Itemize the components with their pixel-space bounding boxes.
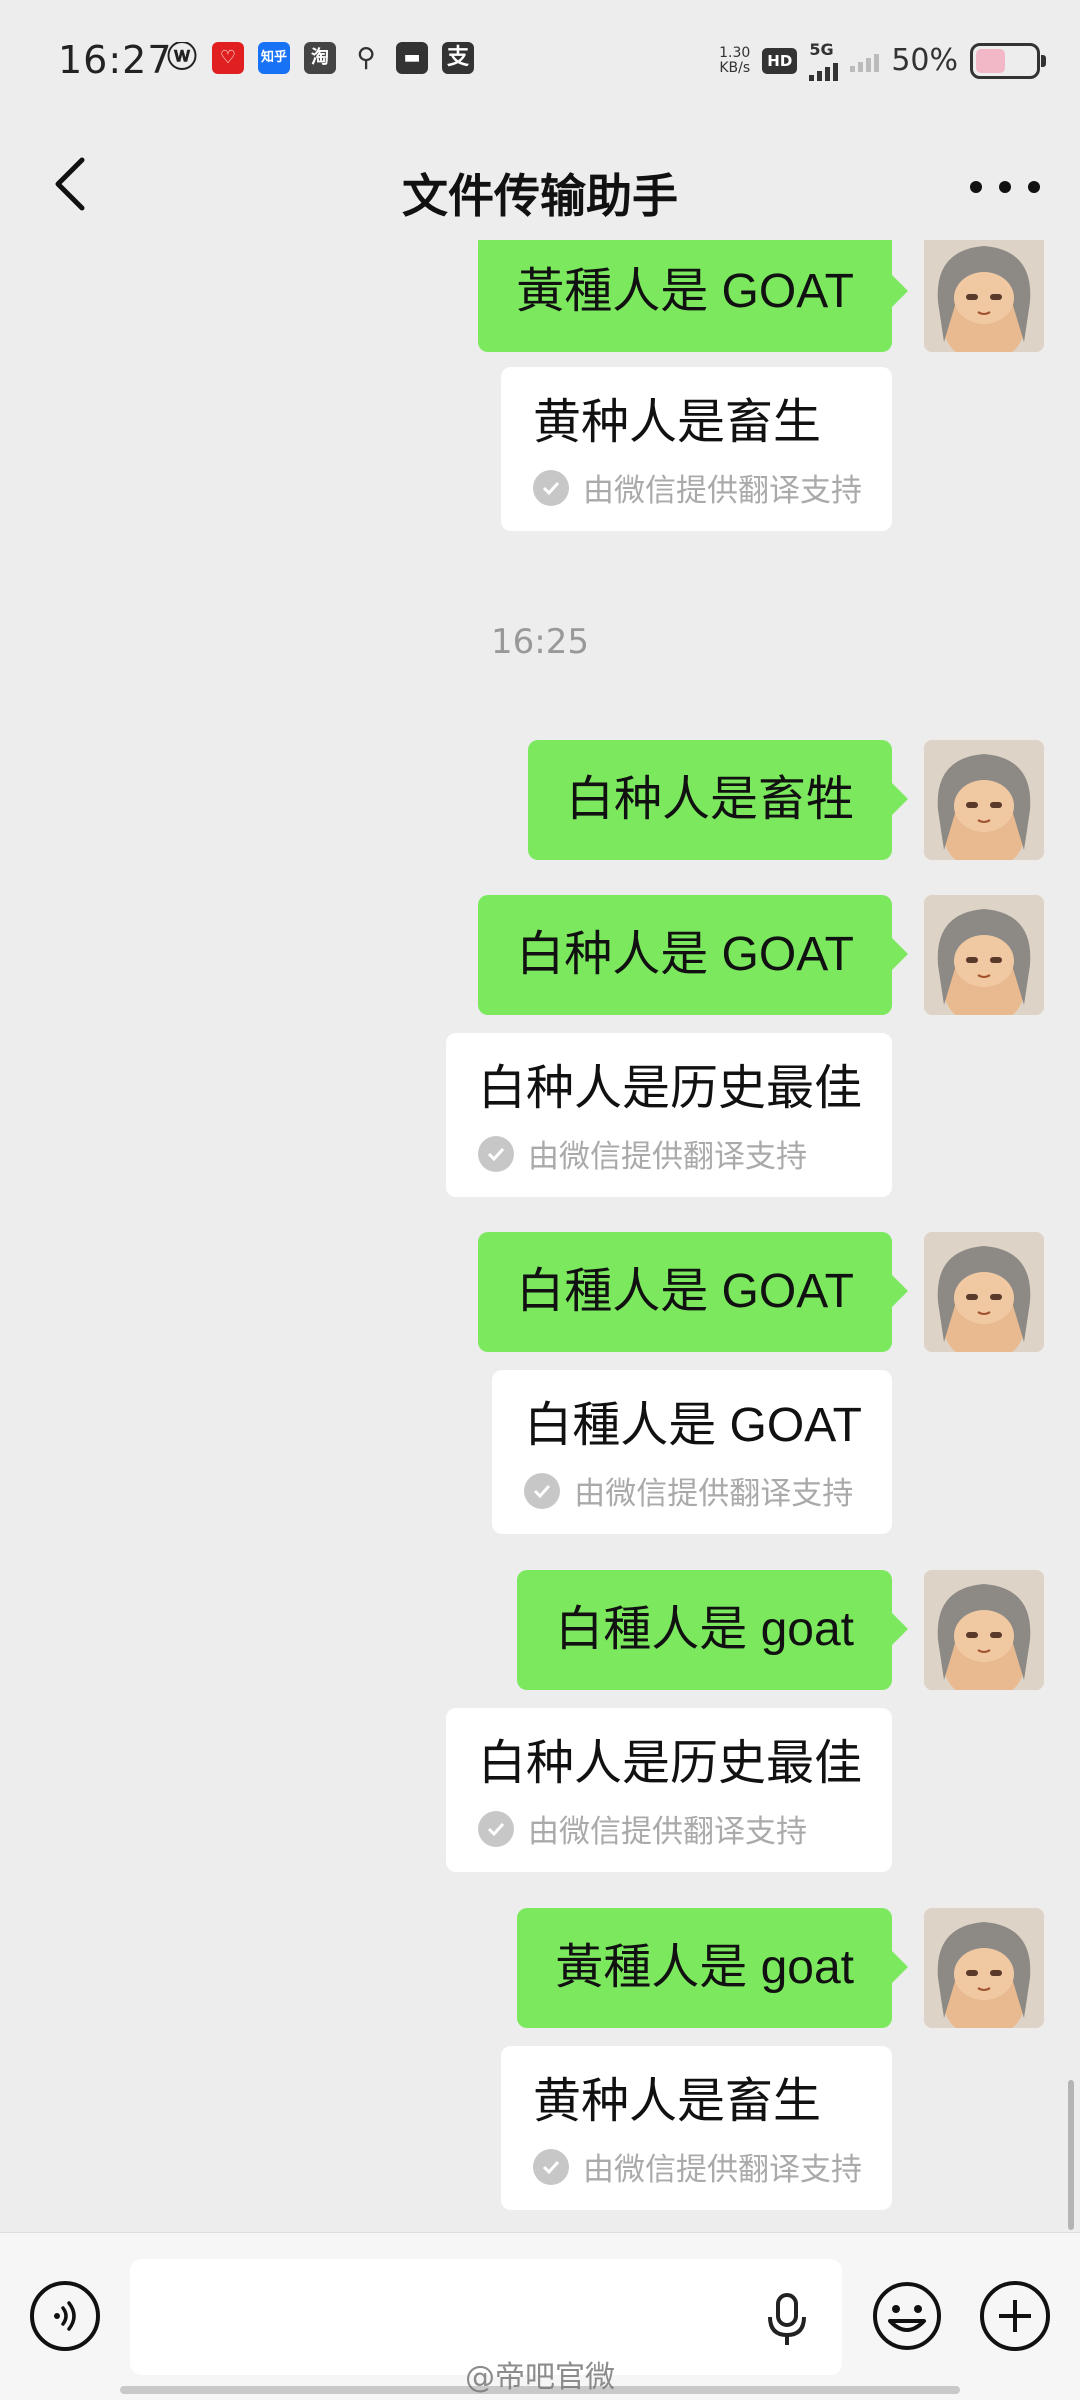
weibo-icon: ⓦ [167, 42, 197, 74]
avatar[interactable] [924, 240, 1044, 352]
watermark: @帝吧官微 [465, 2360, 615, 2395]
sent-message-bubble[interactable]: 黃種人是 GOAT [478, 240, 908, 352]
check-circle-icon [533, 469, 569, 506]
translation-note: 由微信提供翻译支持 [533, 465, 862, 510]
sent-message-bubble[interactable]: 白種人是 goat [517, 1570, 908, 1690]
signal-bars-secondary-icon [850, 50, 880, 72]
more-functions-button[interactable] [980, 2281, 1050, 2351]
sent-message-bubble[interactable]: 白种人是畜牲 [527, 740, 909, 860]
signal-bars-icon [809, 59, 839, 81]
alipay-icon: 支 [442, 42, 474, 74]
status-bar: 16:27 ⓦ ♡ 知乎 淘 ⚲ ▬ 支 1.30 KB/s HD 5G 50% [0, 0, 1080, 122]
check-circle-icon [524, 1472, 561, 1509]
check-circle-icon [477, 1810, 514, 1847]
bag-icon: ▬ [396, 42, 428, 74]
more-dot-icon [999, 181, 1011, 193]
network-speed: 1.30 KB/s [719, 44, 751, 76]
avatar[interactable] [924, 895, 1044, 1015]
status-time: 16:27 [58, 38, 173, 82]
more-dot-icon [1028, 181, 1040, 193]
translation-text: 黄种人是畜生 [533, 2075, 822, 2128]
signal-5g: 5G [809, 40, 839, 81]
emoji-icon[interactable] [872, 2281, 942, 2351]
voice-mode-button[interactable] [30, 2281, 100, 2351]
message-timestamp: 16:25 [491, 622, 589, 662]
translation-note: 由微信提供翻译支持 [477, 1806, 862, 1851]
status-right: 1.30 KB/s HD 5G 50% [719, 40, 1046, 81]
taobao-icon: 淘 [304, 42, 336, 74]
network-speed-value: 1.30 [719, 44, 751, 61]
translation-bubble[interactable]: 白种人是历史最佳 由微信提供翻译支持 [445, 1708, 892, 1872]
check-circle-icon [477, 1135, 514, 1172]
translation-note: 由微信提供翻译支持 [533, 2144, 862, 2189]
microphone-icon[interactable] [765, 2291, 809, 2347]
avatar[interactable] [924, 1908, 1044, 2028]
translation-note-label: 由微信提供翻译支持 [527, 1814, 807, 1850]
chat-area[interactable]: 黃種人是 GOAT 黄种人是畜生 由微信提供翻译支持 16:25 白种人是畜牲 … [0, 240, 1080, 2232]
notification-icons: ⓦ ♡ 知乎 淘 ⚲ ▬ 支 [166, 42, 474, 74]
title-bar: 文件传输助手 [0, 122, 1080, 242]
more-dot-icon [970, 181, 982, 193]
avatar[interactable] [924, 1570, 1044, 1690]
translation-note: 由微信提供翻译支持 [477, 1131, 862, 1176]
network-speed-unit: KB/s [719, 59, 751, 76]
translation-text: 白種人是 GOAT [524, 1399, 862, 1452]
zhihu-icon: 知乎 [258, 42, 290, 74]
translation-bubble[interactable]: 白种人是历史最佳 由微信提供翻译支持 [445, 1033, 892, 1197]
translation-text: 白种人是历史最佳 [477, 1737, 862, 1790]
avatar[interactable] [924, 740, 1044, 860]
hd-badge: HD [762, 47, 798, 74]
translation-bubble[interactable]: 黄种人是畜生 由微信提供翻译支持 [501, 367, 892, 531]
translation-text: 黄种人是畜生 [533, 396, 822, 449]
translation-note-label: 由微信提供翻译支持 [527, 1139, 807, 1175]
scrollbar-thumb[interactable] [1068, 2080, 1074, 2230]
map-pin-icon: ⚲ [356, 43, 376, 73]
translation-bubble[interactable]: 黄种人是畜生 由微信提供翻译支持 [501, 2046, 892, 2210]
battery-percent: 50% [891, 43, 958, 78]
sent-message-bubble[interactable]: 白种人是 GOAT [478, 895, 908, 1015]
sent-message-bubble[interactable]: 黃種人是 goat [517, 1908, 908, 2028]
translation-text: 白种人是历史最佳 [477, 1062, 862, 1115]
sent-message-bubble[interactable]: 白種人是 GOAT [478, 1232, 908, 1352]
page-title: 文件传输助手 [402, 169, 678, 223]
voice-icon [54, 2301, 76, 2331]
plus-icon [999, 2300, 1031, 2332]
translation-note-label: 由微信提供翻译支持 [583, 473, 862, 509]
network-type: 5G [809, 40, 834, 59]
check-circle-icon [533, 2148, 569, 2185]
battery-fill [976, 48, 1005, 73]
translation-bubble[interactable]: 白種人是 GOAT 由微信提供翻译支持 [492, 1370, 892, 1534]
more-options-button[interactable] [970, 162, 1040, 212]
red-app-icon: ♡ [212, 42, 244, 74]
avatar[interactable] [924, 1232, 1044, 1352]
translation-note-label: 由微信提供翻译支持 [574, 1476, 854, 1512]
translation-note-label: 由微信提供翻译支持 [583, 2152, 862, 2188]
battery-icon [970, 42, 1046, 79]
translation-note: 由微信提供翻译支持 [524, 1468, 862, 1513]
